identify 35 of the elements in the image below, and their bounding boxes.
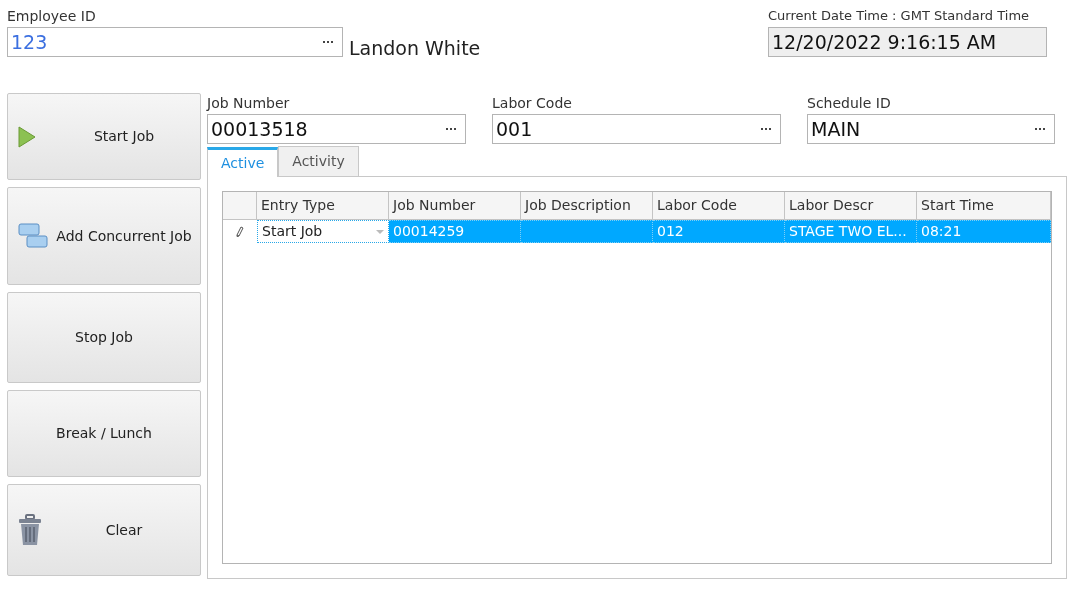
lookup-field[interactable]: MAIN (807, 114, 1055, 144)
ellipsis-button[interactable] (323, 40, 334, 44)
action-button[interactable]: Stop Job (7, 292, 201, 383)
column-header[interactable]: Labor Code (653, 192, 785, 219)
action-button[interactable]: Clear (7, 484, 201, 576)
table-cell-text: 012 (657, 222, 684, 241)
play-icon (18, 125, 36, 148)
ellipsis-button[interactable] (761, 127, 772, 131)
lookup-field[interactable]: 00013518 (207, 114, 466, 144)
lookup-field[interactable]: 001 (492, 114, 781, 144)
field-label: Schedule ID (807, 94, 892, 113)
column-header[interactable]: Start Time (917, 192, 1051, 219)
ellipsis-button[interactable] (446, 127, 457, 131)
date-time-field: 12/20/2022 9:16:15 AM (768, 27, 1047, 57)
tab[interactable]: Activity (278, 146, 359, 176)
field-label: Job Number (207, 94, 291, 113)
table-row[interactable]: Start Job 00014259 012 STAGE TWO EL... 08:21 (223, 220, 1051, 243)
column-header[interactable]: Job Description (521, 192, 653, 219)
action-button[interactable]: Add Concurrent Job (7, 187, 201, 285)
table-cell-text: 08:21 (921, 222, 962, 241)
field-label: Labor Code (492, 94, 573, 113)
field-label: Employee ID (7, 7, 97, 26)
table-cell-text: STAGE TWO EL... (789, 222, 907, 241)
action-button[interactable]: Start Job (7, 93, 201, 180)
action-button[interactable]: Break / Lunch (7, 390, 201, 477)
table-cell-text: 00014259 (393, 222, 465, 241)
column-header[interactable]: Labor Descr (785, 192, 917, 219)
employee-name: Landon White (349, 36, 481, 61)
column-header[interactable]: Job Number (389, 192, 521, 219)
employee-id-field[interactable]: 123 (7, 27, 343, 57)
clock-label: Current Date Time : GMT Standard Time (768, 7, 1031, 25)
ellipsis-button[interactable] (1035, 127, 1046, 131)
trash-icon (18, 514, 42, 546)
stacked-rectangles-icon (18, 223, 48, 249)
column-header[interactable]: Entry Type (257, 192, 389, 219)
